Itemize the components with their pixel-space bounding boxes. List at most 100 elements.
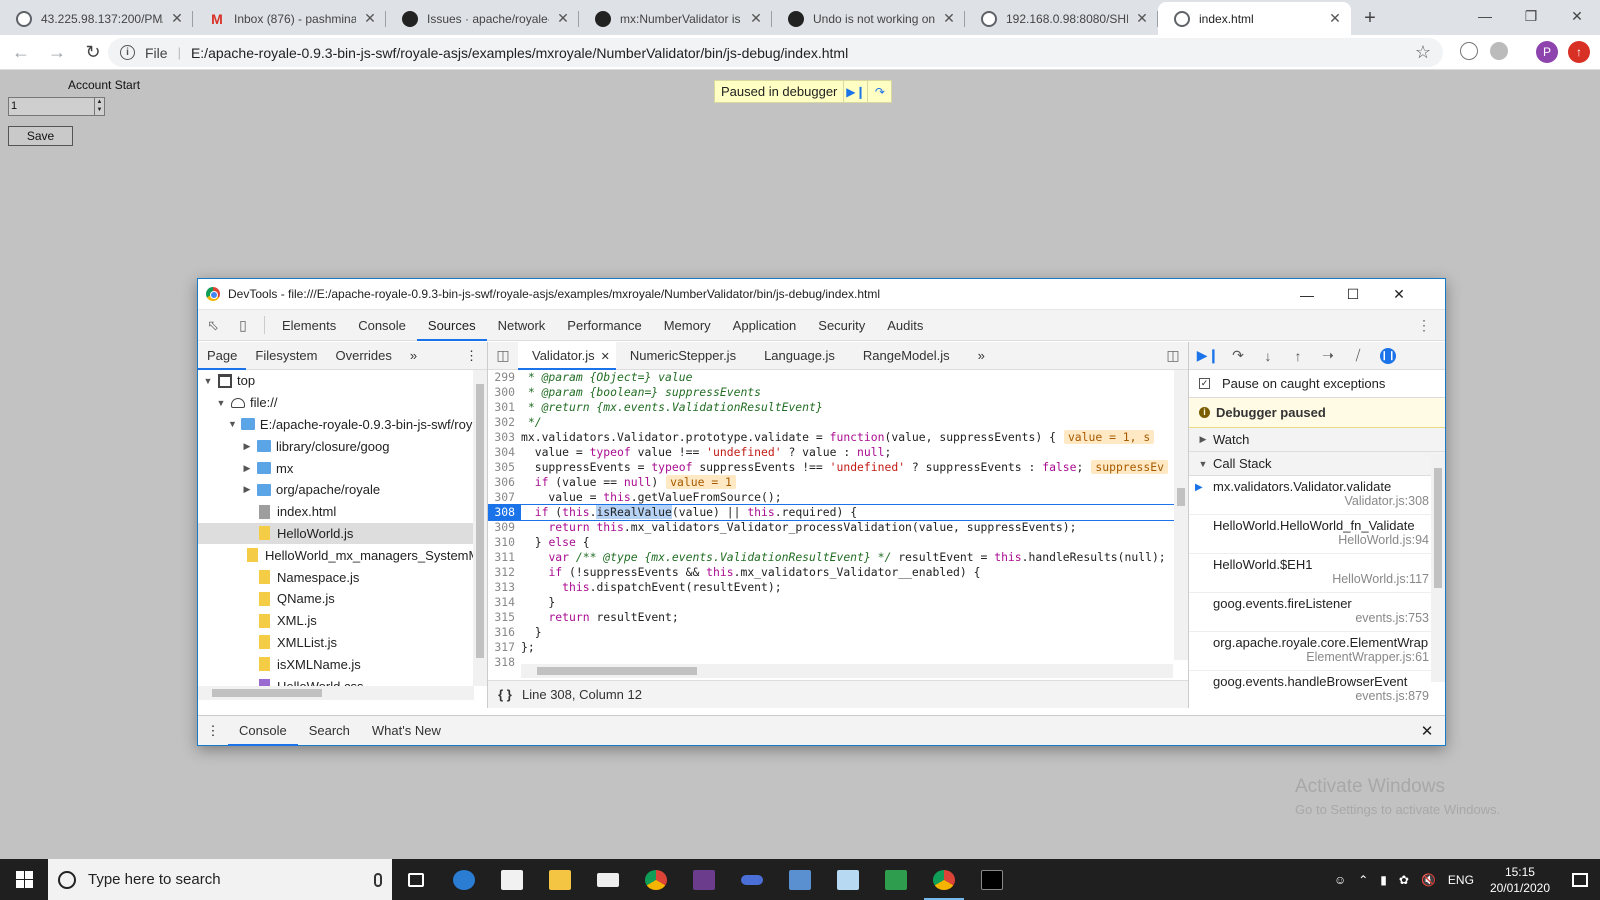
- pause-on-exceptions-icon[interactable]: ❙❙: [1373, 342, 1403, 370]
- line-number[interactable]: 303: [488, 430, 521, 445]
- tree-item[interactable]: HelloWorld_mx_managers_SystemManager: [198, 544, 487, 566]
- expand-arrow-icon[interactable]: ▶: [241, 441, 253, 452]
- code-line[interactable]: 310 } else {: [488, 535, 1188, 550]
- sidebar-vertical-scrollbar[interactable]: [1431, 454, 1445, 682]
- tab-security[interactable]: Security: [807, 310, 876, 341]
- code-line[interactable]: 309 return this.mx_validators_Validator_…: [488, 520, 1188, 535]
- wifi-icon[interactable]: ✿: [1393, 873, 1415, 887]
- line-number[interactable]: 319: [488, 670, 521, 672]
- mail-icon[interactable]: [584, 859, 632, 900]
- expand-arrow-icon[interactable]: ▼: [228, 419, 237, 429]
- call-stack-frame[interactable]: HelloWorld.HelloWorld_fn_Validate HelloWo…: [1189, 515, 1445, 554]
- forward-button[interactable]: →: [42, 37, 72, 67]
- chrome-icon[interactable]: [632, 859, 680, 900]
- step-out-icon[interactable]: ↑: [1283, 342, 1313, 370]
- code-line[interactable]: 313 this.dispatchEvent(resultEvent);: [488, 580, 1188, 595]
- editor-tab[interactable]: Language.js: [750, 342, 849, 370]
- frame-location[interactable]: Validator.js:308: [1213, 494, 1429, 508]
- line-number[interactable]: 306: [488, 475, 521, 490]
- step-icon[interactable]: ➝: [1313, 342, 1343, 370]
- minimize-button[interactable]: —: [1462, 0, 1508, 32]
- tab-close-icon[interactable]: ✕: [941, 10, 957, 27]
- tree-item[interactable]: HelloWorld.css: [198, 675, 487, 686]
- people-icon[interactable]: ☺: [1328, 873, 1352, 887]
- editor-tab[interactable]: NumericStepper.js: [616, 342, 750, 370]
- drawer-tab[interactable]: What's New: [361, 716, 452, 746]
- line-number[interactable]: 318: [488, 655, 521, 670]
- resume-icon[interactable]: ▶❙: [843, 81, 867, 102]
- call-stack-frame[interactable]: HelloWorld.$EH1 HelloWorld.js:117: [1189, 554, 1445, 593]
- callstack-section-header[interactable]: ▼ Call Stack: [1189, 452, 1445, 476]
- code-line[interactable]: 304 value = typeof value !== 'undefined'…: [488, 445, 1188, 460]
- pause-caught-checkbox[interactable]: ✓: [1199, 378, 1210, 389]
- line-number[interactable]: 310: [488, 535, 521, 550]
- tree-item[interactable]: QName.js: [198, 588, 487, 610]
- line-number[interactable]: 300: [488, 385, 521, 400]
- remote-desktop-icon[interactable]: [776, 859, 824, 900]
- tree-item[interactable]: ▶ mx: [198, 457, 487, 479]
- bookmark-star-icon[interactable]: ☆: [1415, 42, 1431, 63]
- tab-audits[interactable]: Audits: [876, 310, 934, 341]
- browser-tab[interactable]: 43.225.98.137:200/PM/Pl ✕: [0, 2, 193, 35]
- volume-mute-icon[interactable]: 🔇: [1415, 873, 1442, 887]
- code-line[interactable]: 301 * @return {mx.events.ValidationResul…: [488, 400, 1188, 415]
- stepper-down-icon[interactable]: ▼: [95, 106, 104, 114]
- new-tab-button[interactable]: +: [1355, 2, 1385, 35]
- editor-tab[interactable]: Validator.js ✕: [518, 341, 616, 370]
- code-line[interactable]: 302 */: [488, 415, 1188, 430]
- devtools-minimize-button[interactable]: —: [1284, 279, 1330, 310]
- tree-item[interactable]: ▶ org/apache/royale: [198, 479, 487, 501]
- tree-item[interactable]: XML.js: [198, 610, 487, 632]
- browser-tab[interactable]: 192.168.0.98:8080/SHMA ✕: [965, 2, 1158, 35]
- line-number[interactable]: 309: [488, 520, 521, 535]
- browser-tab[interactable]: index.html ✕: [1158, 2, 1351, 35]
- tree-item[interactable]: HelloWorld.js: [198, 522, 487, 545]
- tab-close-icon[interactable]: ✕: [1134, 10, 1150, 27]
- line-number[interactable]: 305: [488, 460, 521, 475]
- drawer-close-icon[interactable]: ✕: [1409, 722, 1445, 740]
- frame-location[interactable]: ElementWrapper.js:61: [1213, 650, 1429, 664]
- tab-elements[interactable]: Elements: [271, 310, 347, 341]
- chrome-active-icon[interactable]: [920, 859, 968, 900]
- line-number[interactable]: 301: [488, 400, 521, 415]
- line-number[interactable]: 312: [488, 565, 521, 580]
- watch-section-header[interactable]: ▶ Watch: [1189, 428, 1445, 452]
- frame-location[interactable]: events.js:879: [1213, 689, 1429, 702]
- url-text[interactable]: E:/apache-royale-0.9.3-bin-js-swf/royale…: [191, 45, 848, 61]
- frame-location[interactable]: HelloWorld.js:117: [1213, 572, 1429, 586]
- taskbar-search[interactable]: Type here to search: [48, 859, 392, 900]
- info-icon[interactable]: i: [120, 45, 135, 60]
- tree-item[interactable]: index.html: [198, 501, 487, 523]
- step-over-icon[interactable]: ↷: [867, 81, 891, 102]
- close-window-button[interactable]: ✕: [1554, 0, 1600, 32]
- file-explorer-icon[interactable]: [536, 859, 584, 900]
- drawer-tab[interactable]: Console: [228, 716, 298, 746]
- line-number[interactable]: 308: [488, 505, 521, 520]
- code-line[interactable]: 299 * @param {Object=} value: [488, 370, 1188, 385]
- tree-vertical-scrollbar[interactable]: [473, 370, 487, 686]
- tab-close-icon[interactable]: ✕: [1327, 10, 1343, 27]
- devtools-menu-icon[interactable]: ⋮: [1409, 310, 1439, 341]
- tab-close-icon[interactable]: ✕: [555, 10, 571, 27]
- navigator-menu-icon[interactable]: ⋮: [456, 342, 487, 370]
- browser-tab[interactable]: Issues · apache/royale-as ✕: [386, 2, 579, 35]
- step-into-icon[interactable]: ↓: [1253, 342, 1283, 370]
- pretty-print-icon[interactable]: { }: [488, 687, 522, 702]
- tree-scroll-thumb[interactable]: [476, 384, 484, 658]
- microphone-icon[interactable]: [374, 872, 382, 887]
- code-line[interactable]: 312 if (!suppressEvents && this.mx_valid…: [488, 565, 1188, 580]
- editor-tab[interactable]: RangeModel.js: [849, 342, 964, 370]
- device-toolbar-icon[interactable]: ▯: [228, 310, 258, 341]
- tab-close-icon[interactable]: ✕: [169, 10, 185, 27]
- line-number[interactable]: 302: [488, 415, 521, 430]
- tree-item[interactable]: ▶ library/closure/goog: [198, 435, 487, 457]
- code-line[interactable]: 307 value = this.getValueFromSource();: [488, 490, 1188, 505]
- expand-arrow-icon[interactable]: ▼: [215, 398, 227, 408]
- drawer-menu-icon[interactable]: ⋮: [198, 723, 228, 739]
- tree-item[interactable]: isXMLName.js: [198, 653, 487, 675]
- tree-item[interactable]: XMLList.js: [198, 632, 487, 654]
- code-vertical-scrollbar[interactable]: [1174, 370, 1188, 660]
- expand-arrow-icon[interactable]: ▶: [241, 484, 253, 495]
- call-stack-frame[interactable]: ▶ mx.validators.Validator.validate Validat…: [1189, 476, 1445, 515]
- line-number[interactable]: 307: [488, 490, 521, 505]
